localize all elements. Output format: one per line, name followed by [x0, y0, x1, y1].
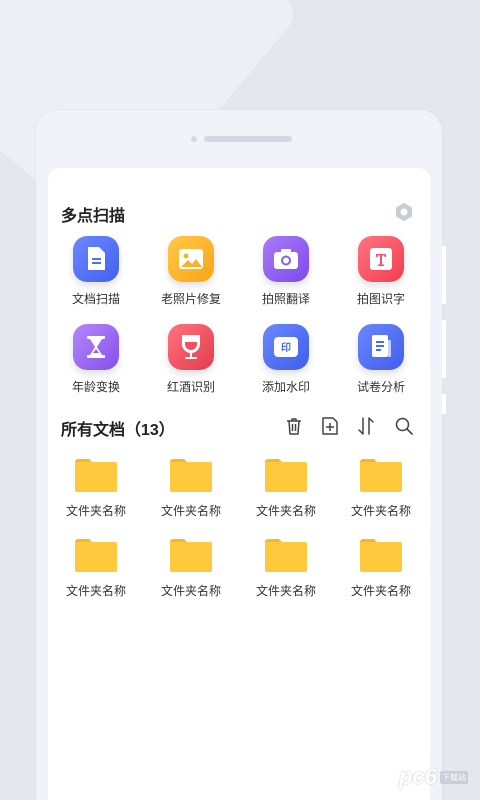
tool-wine-recognition[interactable]: 红酒识别: [146, 324, 236, 395]
tool-exam-analysis[interactable]: 试卷分析: [336, 324, 426, 395]
volume-button: [442, 246, 446, 304]
tool-label: 红酒识别: [166, 380, 215, 394]
folder-label: 文件夹名称: [255, 584, 316, 598]
app-screen: 多点扫描 文档扫描 老照片修复 拍照翻译 拍图识字 年龄变换 红酒识别 印 添加…: [48, 168, 430, 800]
speaker-grille: [204, 136, 292, 142]
tool-add-watermark[interactable]: 印 添加水印: [241, 324, 331, 395]
tool-label: 拍图识字: [356, 292, 405, 306]
folder-icon: [75, 459, 117, 492]
text-t-icon: [358, 236, 404, 282]
wine-glass-icon: [168, 324, 214, 370]
watermark-logo: pc6: [399, 764, 437, 789]
folder-label: 文件夹名称: [350, 584, 411, 598]
power-button: [442, 394, 446, 414]
folder-item[interactable]: 文件夹名称: [146, 458, 236, 519]
stamp-icon: 印: [263, 324, 309, 370]
folder-icon: [360, 539, 402, 572]
search-icon[interactable]: [394, 416, 414, 436]
tool-label: 年龄变换: [71, 380, 120, 394]
folder-icon: [360, 459, 402, 492]
tool-photo-translate[interactable]: 拍照翻译: [241, 236, 331, 307]
folder-label: 文件夹名称: [350, 504, 411, 518]
folder-label: 文件夹名称: [255, 504, 316, 518]
tool-age-transform[interactable]: 年龄变换: [51, 324, 141, 395]
add-file-icon[interactable]: [320, 416, 340, 436]
folder-icon: [170, 539, 212, 572]
watermark-text: 下载站: [440, 770, 468, 784]
tool-label: 老照片修复: [160, 292, 221, 306]
folder-item[interactable]: 文件夹名称: [146, 538, 236, 599]
folder-item[interactable]: 文件夹名称: [241, 538, 331, 599]
pc6-watermark: pc6 下载站: [399, 764, 468, 790]
camera-icon: [263, 236, 309, 282]
settings-icon[interactable]: [394, 202, 414, 222]
tool-label: 试卷分析: [356, 380, 405, 394]
hourglass-icon: [73, 324, 119, 370]
tool-label: 添加水印: [261, 380, 310, 394]
trash-icon[interactable]: [284, 416, 304, 436]
folder-item[interactable]: 文件夹名称: [51, 538, 141, 599]
folder-item[interactable]: 文件夹名称: [241, 458, 331, 519]
photo-icon: [168, 236, 214, 282]
tool-old-photo-repair[interactable]: 老照片修复: [146, 236, 236, 307]
tool-label: 拍照翻译: [261, 292, 310, 306]
documents-section-title: 所有文档（13）: [61, 422, 175, 439]
folder-label: 文件夹名称: [65, 584, 126, 598]
sort-icon[interactable]: [356, 416, 376, 436]
folder-icon: [75, 539, 117, 572]
folder-label: 文件夹名称: [65, 504, 126, 518]
folder-label: 文件夹名称: [160, 504, 221, 518]
folder-icon: [265, 459, 307, 492]
volume-button: [442, 320, 446, 378]
tool-image-ocr[interactable]: 拍图识字: [336, 236, 426, 307]
svg-text:印: 印: [281, 342, 291, 354]
camera-dot: [191, 136, 197, 142]
folder-item[interactable]: 文件夹名称: [51, 458, 141, 519]
tool-label: 文档扫描: [71, 292, 120, 306]
scan-section-title: 多点扫描: [61, 208, 126, 225]
document-icon: [73, 236, 119, 282]
folder-label: 文件夹名称: [160, 584, 221, 598]
folder-item[interactable]: 文件夹名称: [336, 538, 426, 599]
phone-frame: 多点扫描 文档扫描 老照片修复 拍照翻译 拍图识字 年龄变换 红酒识别 印 添加…: [36, 110, 446, 800]
folder-icon: [170, 459, 212, 492]
tool-document-scan[interactable]: 文档扫描: [51, 236, 141, 307]
exam-paper-icon: [358, 324, 404, 370]
folder-item[interactable]: 文件夹名称: [336, 458, 426, 519]
folder-icon: [265, 539, 307, 572]
